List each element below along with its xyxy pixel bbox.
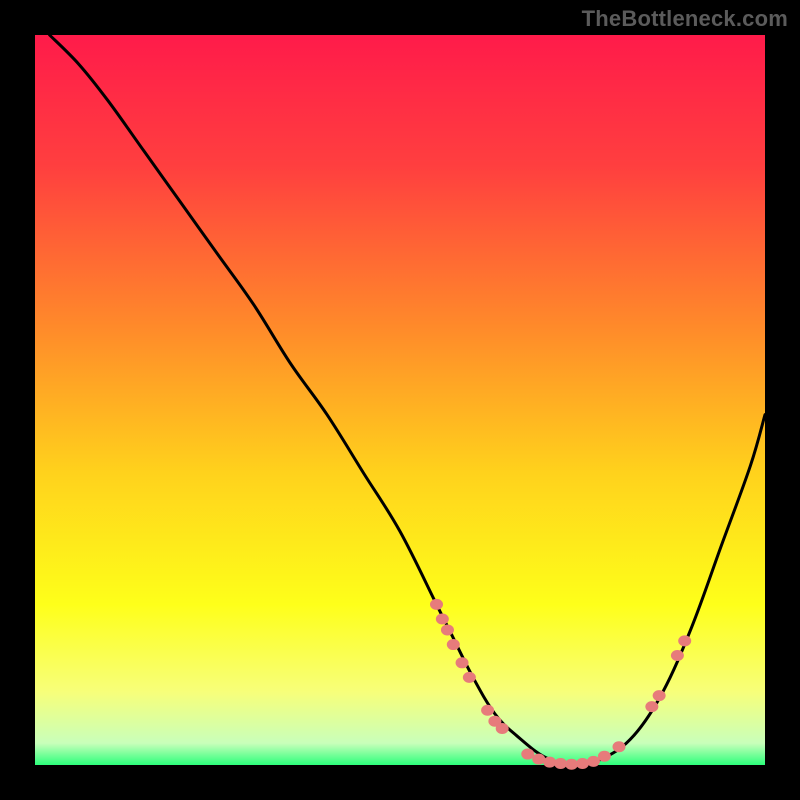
data-marker [671, 650, 684, 661]
data-marker [496, 723, 509, 734]
data-marker [481, 705, 494, 716]
data-marker [678, 635, 691, 646]
data-marker [645, 701, 658, 712]
data-marker [576, 758, 589, 769]
data-marker [447, 639, 460, 650]
data-marker [463, 672, 476, 683]
data-marker [521, 749, 534, 760]
plot-area [35, 35, 765, 765]
data-marker [436, 614, 449, 625]
watermark-text: TheBottleneck.com [582, 6, 788, 32]
chart-svg [35, 35, 765, 765]
bottleneck-curve [50, 35, 765, 765]
data-marker [456, 657, 469, 668]
data-marker [653, 690, 666, 701]
data-marker [430, 599, 443, 610]
data-marker [587, 756, 600, 767]
data-marker [543, 757, 556, 768]
data-marker [441, 624, 454, 635]
data-marker [613, 741, 626, 752]
data-marker [598, 751, 611, 762]
chart-frame: TheBottleneck.com [0, 0, 800, 800]
